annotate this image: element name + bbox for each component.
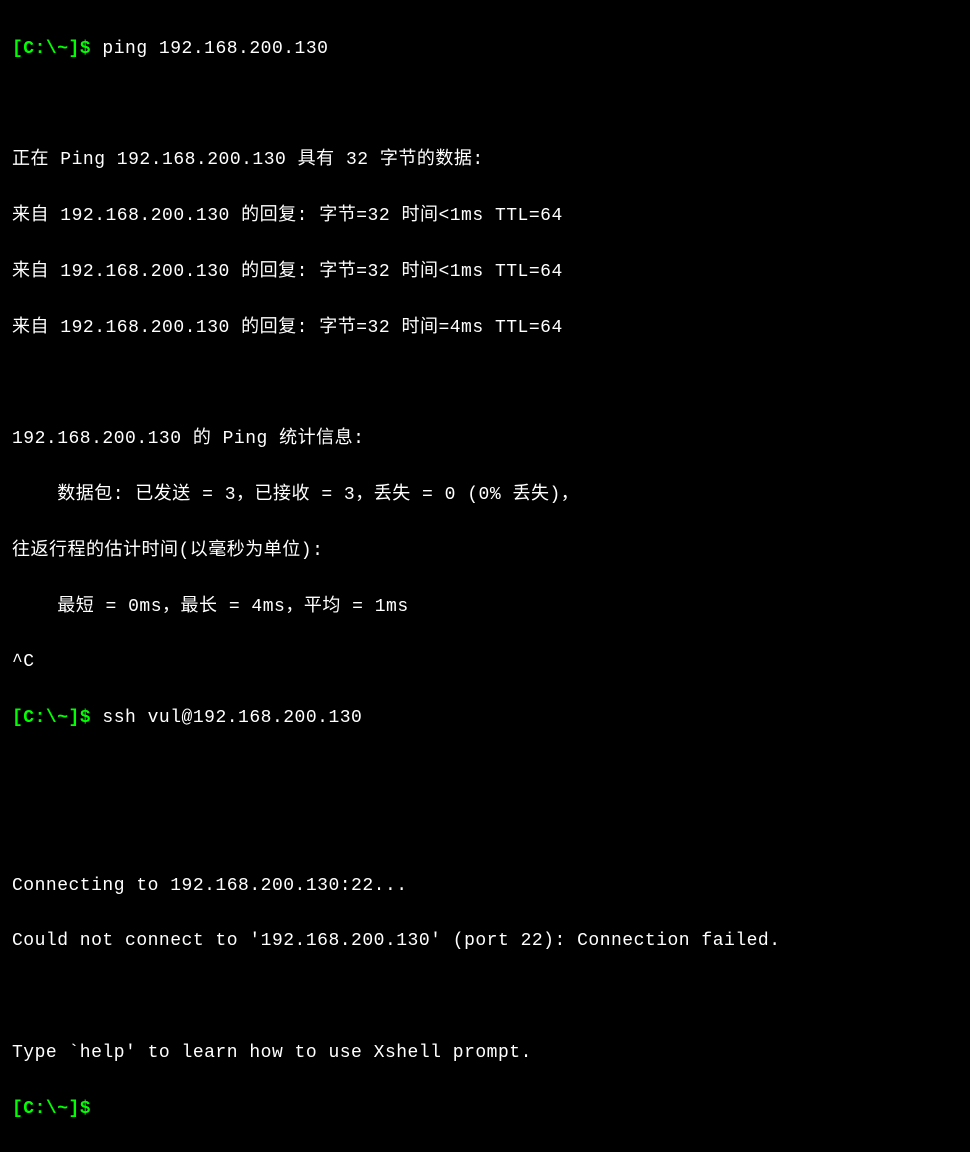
shell-prompt: [C:\~]$	[12, 1099, 102, 1119]
ping-rtt-header: 往返行程的估计时间(以毫秒为单位):	[12, 538, 958, 566]
blank-line	[12, 371, 958, 399]
terminal-output[interactable]: [C:\~]$ ping 192.168.200.130 正在 Ping 192…	[12, 8, 958, 1152]
command-line-ping: [C:\~]$ ping 192.168.200.130	[12, 36, 958, 64]
blank-line	[12, 92, 958, 120]
blank-line	[12, 817, 958, 845]
ssh-connecting: Connecting to 192.168.200.130:22...	[12, 873, 958, 901]
xshell-help-hint: Type `help' to learn how to use Xshell p…	[12, 1040, 958, 1068]
interrupt-signal: ^C	[12, 649, 958, 677]
command-line-ssh: [C:\~]$ ssh vul@192.168.200.130	[12, 705, 958, 733]
blank-line	[12, 984, 958, 1012]
ping-reply-2: 来自 192.168.200.130 的回复: 字节=32 时间<1ms TTL…	[12, 259, 958, 287]
ping-command: ping 192.168.200.130	[102, 39, 328, 59]
ssh-failed: Could not connect to '192.168.200.130' (…	[12, 928, 958, 956]
ssh-command: ssh vul@192.168.200.130	[102, 708, 362, 728]
ping-stats-packets: 数据包: 已发送 = 3，已接收 = 3，丢失 = 0 (0% 丢失)，	[12, 482, 958, 510]
command-line-empty[interactable]: [C:\~]$	[12, 1096, 958, 1124]
ping-reply-1: 来自 192.168.200.130 的回复: 字节=32 时间<1ms TTL…	[12, 203, 958, 231]
ping-reply-3: 来自 192.168.200.130 的回复: 字节=32 时间=4ms TTL…	[12, 315, 958, 343]
shell-prompt: [C:\~]$	[12, 39, 102, 59]
ping-header: 正在 Ping 192.168.200.130 具有 32 字节的数据:	[12, 147, 958, 175]
shell-prompt: [C:\~]$	[12, 708, 102, 728]
blank-line	[12, 761, 958, 789]
ping-stats-header: 192.168.200.130 的 Ping 统计信息:	[12, 426, 958, 454]
